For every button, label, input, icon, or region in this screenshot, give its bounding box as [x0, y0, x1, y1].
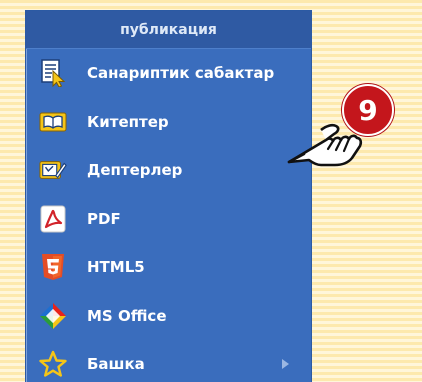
menu-item-label: HTML5 — [87, 258, 145, 277]
menu-item-label: Китептер — [87, 112, 169, 131]
star-icon — [39, 350, 67, 378]
ms-office-icon — [39, 302, 67, 330]
pdf-icon — [39, 205, 67, 233]
document-cursor-icon — [39, 59, 67, 88]
menu-item-label: PDF — [87, 209, 121, 228]
menu-item-pdf[interactable]: PDF — [26, 195, 311, 244]
menu-item-ms-office[interactable]: MS Office — [26, 292, 311, 341]
pointing-hand-icon — [286, 104, 370, 168]
submenu-arrow-icon — [282, 359, 289, 370]
html5-icon — [39, 253, 67, 281]
menu-item-label: MS Office — [87, 306, 167, 325]
notebook-pen-icon — [39, 156, 67, 184]
menu-header: публикация — [26, 11, 311, 49]
menu-item-label: Санариптик сабактар — [87, 64, 275, 83]
publication-menu: публикация Санариптик сабактар Китептер … — [25, 10, 312, 382]
menu-item-digital-lessons[interactable]: Санариптик сабактар — [26, 49, 311, 98]
menu-item-html5[interactable]: HTML5 — [26, 243, 311, 292]
menu-item-label: Башка — [87, 355, 145, 374]
menu-item-books[interactable]: Китептер — [26, 98, 311, 147]
menu-list: Санариптик сабактар Китептер Дептерлер P… — [26, 49, 311, 382]
menu-item-notebooks[interactable]: Дептерлер — [26, 146, 311, 195]
menu-item-label: Дептерлер — [87, 161, 183, 180]
menu-item-other[interactable]: Башка — [26, 340, 311, 382]
book-icon — [39, 108, 67, 136]
